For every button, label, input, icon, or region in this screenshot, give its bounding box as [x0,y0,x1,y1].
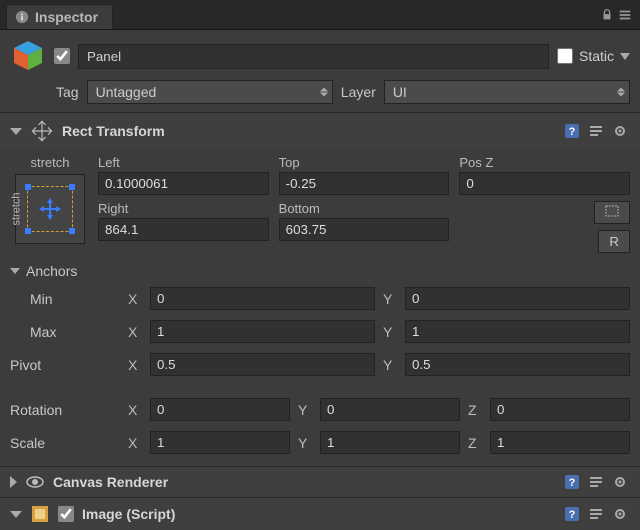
foldout-icon [10,268,20,274]
stretch-v-label: stretch [11,192,23,225]
panel-context-buttons [592,4,640,29]
dropdown-handle-icon [320,88,328,97]
posz-input[interactable] [459,172,630,195]
bottom-label: Bottom [279,201,450,216]
preset-icon[interactable] [586,505,606,523]
canvas-renderer-header[interactable]: Canvas Renderer ? [0,466,640,497]
posz-label: Pos Z [459,155,630,170]
component-buttons: ? [562,505,630,523]
top-label: Top [279,155,450,170]
anchors-max-label: Max [10,324,120,340]
lock-icon[interactable] [600,8,614,25]
dropdown-handle-icon [617,88,625,97]
pivot-label: Pivot [10,357,120,373]
anchors-min-x-input[interactable] [150,287,375,310]
static-toggle[interactable]: Static [557,48,630,64]
static-dropdown-icon[interactable] [620,51,630,61]
rotation-z-input[interactable] [490,398,630,421]
anchors-max-row: Max X Y [10,318,630,345]
image-enabled-checkbox[interactable] [58,506,74,522]
gameobject-header: Static [0,30,640,78]
gear-icon[interactable] [610,473,630,491]
anchors-max-x-input[interactable] [150,320,375,343]
scale-x-input[interactable] [150,431,290,454]
gear-icon[interactable] [610,122,630,140]
scale-label: Scale [10,435,120,451]
rotation-x-input[interactable] [150,398,290,421]
foldout-icon [10,476,17,488]
tag-label: Tag [56,84,79,100]
help-icon[interactable]: ? [562,505,582,523]
svg-text:?: ? [569,477,576,489]
scale-z-input[interactable] [490,431,630,454]
static-checkbox[interactable] [557,48,573,64]
gear-icon[interactable] [610,505,630,523]
inspector-tab[interactable]: Inspector [6,4,113,29]
anchors-max-y-input[interactable] [405,320,630,343]
anchors-min-y-input[interactable] [405,287,630,310]
inspector-tab-label: Inspector [35,9,98,25]
image-title: Image (Script) [82,506,175,522]
component-buttons: ? [562,122,630,140]
svg-text:?: ? [569,509,576,521]
bottom-input[interactable] [279,218,450,241]
anchors-foldout[interactable]: Anchors [10,259,630,279]
preset-icon[interactable] [586,473,606,491]
anchors-min-row: Min X Y [10,285,630,312]
anchor-preset-button[interactable]: stretch stretch [10,155,90,253]
pivot-y-input[interactable] [405,353,630,376]
tab-bar: Inspector [0,0,640,30]
gameobject-icon [10,38,46,74]
pivot-row: Pivot X Y [10,351,630,378]
blueprint-mode-button[interactable] [594,201,630,224]
rect-transform-header[interactable]: Rect Transform ? [0,112,640,149]
name-input[interactable] [78,44,549,69]
help-icon[interactable]: ? [562,122,582,140]
rotation-y-input[interactable] [320,398,460,421]
info-icon [15,10,29,24]
layer-label: Layer [341,84,376,100]
pivot-x-input[interactable] [150,353,375,376]
top-input[interactable] [279,172,450,195]
component-buttons: ? [562,473,630,491]
scale-y-input[interactable] [320,431,460,454]
tag-dropdown[interactable]: Untagged [87,80,333,104]
foldout-icon [10,511,22,518]
rect-transform-body: stretch stretch Left Top Pos [0,149,640,466]
rect-transform-title: Rect Transform [62,123,165,139]
left-input[interactable] [98,172,269,195]
static-label: Static [579,48,614,64]
right-input[interactable] [98,218,269,241]
preset-icon[interactable] [586,122,606,140]
stretch-h-label: stretch [30,155,69,170]
svg-text:?: ? [569,126,576,138]
anchors-label: Anchors [26,263,77,279]
right-label: Right [98,201,269,216]
anchors-min-label: Min [10,291,120,307]
active-checkbox[interactable] [54,48,70,64]
rotation-label: Rotation [10,402,120,418]
context-menu-icon[interactable] [618,8,632,25]
tag-value: Untagged [96,84,157,100]
rect-transform-icon [30,119,54,143]
tag-layer-row: Tag Untagged Layer UI [0,78,640,112]
left-label: Left [98,155,269,170]
image-header[interactable]: Image (Script) ? [0,497,640,530]
canvas-renderer-icon [25,474,45,490]
image-icon [30,504,50,524]
layer-dropdown[interactable]: UI [384,80,630,104]
layer-value: UI [393,84,407,100]
foldout-icon [10,128,22,135]
rotation-row: Rotation X Y Z [10,396,630,423]
scale-row: Scale X Y Z [10,429,630,456]
raw-edit-button[interactable]: R [598,230,630,253]
help-icon[interactable]: ? [562,473,582,491]
canvas-renderer-title: Canvas Renderer [53,474,168,490]
anchor-arrows-icon [39,198,61,220]
